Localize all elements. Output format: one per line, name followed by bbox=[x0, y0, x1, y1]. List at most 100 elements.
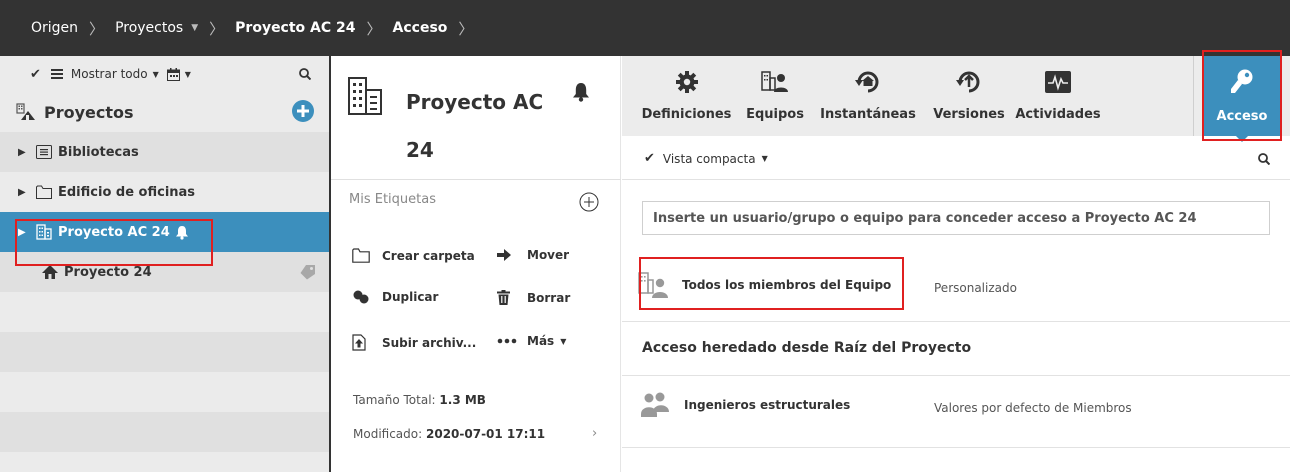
create-folder-button[interactable]: Crear carpeta bbox=[352, 248, 475, 263]
sidebar-title: Proyectos bbox=[44, 102, 134, 122]
chevron-down-icon: ▼ bbox=[152, 69, 159, 79]
folder-icon bbox=[36, 185, 52, 199]
bell-icon bbox=[175, 225, 189, 240]
add-tag-icon[interactable] bbox=[579, 192, 599, 212]
tab-divider bbox=[1193, 56, 1194, 136]
project-sidebar: ✔ Mostrar todo ▼ ▼ Proyectos ▶ Bibliotec… bbox=[0, 56, 329, 472]
more-button[interactable]: Más ▼ bbox=[497, 334, 566, 348]
add-project-icon[interactable] bbox=[292, 100, 314, 122]
users-icon bbox=[640, 392, 670, 418]
modified-date: Modificado: 2020-07-01 17:11 bbox=[353, 427, 545, 441]
calendar-icon bbox=[166, 67, 180, 81]
duplicate-button[interactable]: Duplicar bbox=[352, 290, 438, 304]
tab-versiones[interactable]: Versiones bbox=[928, 56, 1010, 136]
sidebar-header: Proyectos bbox=[0, 92, 329, 132]
tags-label: Mis Etiquetas bbox=[349, 192, 436, 207]
caret-right-icon[interactable]: ▶ bbox=[18, 147, 28, 158]
caret-right-icon[interactable]: ▶ bbox=[18, 227, 28, 238]
divider bbox=[622, 179, 1290, 180]
divider bbox=[622, 375, 1290, 376]
breadcrumb-proyectos[interactable]: Proyectos bbox=[115, 20, 183, 36]
modified-value: 2020-07-01 17:11 bbox=[426, 427, 546, 441]
duplicate-label: Duplicar bbox=[382, 290, 439, 304]
tab-bar: Definiciones Equipos Instantáneas Versio… bbox=[622, 56, 1290, 142]
access-entry-permission[interactable]: Personalizado bbox=[934, 281, 1017, 295]
sidebar-empty-row bbox=[0, 452, 329, 472]
tab-label: Instantáneas bbox=[820, 107, 916, 122]
access-panel: Definiciones Equipos Instantáneas Versio… bbox=[622, 50, 1290, 472]
sidebar-item-label: Proyecto AC 24 bbox=[58, 224, 170, 240]
arrow-right-icon bbox=[497, 249, 519, 261]
sidebar-empty-row bbox=[0, 372, 329, 412]
tag-icon[interactable] bbox=[298, 264, 316, 280]
sidebar-toolbar: ✔ Mostrar todo ▼ ▼ bbox=[0, 56, 329, 92]
tab-label: Equipos bbox=[746, 107, 804, 122]
inherited-entry-permission: Valores por defecto de Miembros bbox=[934, 401, 1132, 415]
folder-icon bbox=[352, 248, 374, 263]
total-size-value: 1.3 MB bbox=[439, 393, 486, 407]
search-icon[interactable] bbox=[1258, 153, 1270, 165]
sidebar-item-bibliotecas[interactable]: ▶ Bibliotecas bbox=[0, 132, 329, 172]
bell-icon[interactable] bbox=[572, 82, 590, 102]
duplicate-icon bbox=[352, 290, 374, 304]
tab-label: Acceso bbox=[1216, 109, 1268, 124]
sidebar-item-label: Edificio de oficinas bbox=[58, 184, 196, 200]
checkmark-icon: ✔ bbox=[644, 151, 655, 166]
sidebar-empty-row bbox=[0, 292, 329, 332]
breadcrumb-acceso[interactable]: Acceso bbox=[393, 20, 448, 36]
upload-button[interactable]: Subir archiv... bbox=[352, 334, 476, 351]
active-tab-pointer bbox=[1236, 136, 1248, 142]
tab-label: Definiciones bbox=[641, 107, 732, 122]
details-header: Proyecto AC 24 bbox=[331, 56, 621, 180]
tab-acceso[interactable]: Acceso bbox=[1204, 56, 1280, 136]
building-icon bbox=[36, 224, 52, 240]
team-icon bbox=[761, 68, 789, 96]
move-button[interactable]: Mover bbox=[497, 248, 569, 262]
breadcrumb-proyecto-ac-24[interactable]: Proyecto AC 24 bbox=[235, 20, 355, 36]
sidebar-item-proyecto-24[interactable]: Proyecto 24 bbox=[0, 252, 329, 292]
library-folder-icon bbox=[36, 145, 52, 159]
project-title: Proyecto AC 24 bbox=[406, 90, 544, 162]
home-icon bbox=[42, 265, 58, 279]
breadcrumb-separator-icon: 〉 bbox=[209, 19, 225, 38]
access-entry[interactable]: Todos los miembros del Equipo bbox=[638, 271, 891, 299]
total-size: Tamaño Total: 1.3 MB bbox=[353, 393, 486, 407]
delete-button[interactable]: Borrar bbox=[497, 290, 570, 305]
view-mode-selector[interactable]: ✔ Vista compacta ▼ bbox=[644, 151, 768, 166]
tab-label: Actividades bbox=[1015, 107, 1101, 122]
key-icon bbox=[1230, 68, 1254, 96]
tab-equipos[interactable]: Equipos bbox=[742, 56, 808, 136]
breadcrumb-separator-icon: 〉 bbox=[366, 19, 382, 38]
search-icon[interactable] bbox=[299, 68, 311, 80]
total-size-label: Tamaño Total: bbox=[353, 393, 436, 407]
sidebar-empty-row bbox=[0, 332, 329, 372]
app-window: Origen 〉 Proyectos ▼ 〉 Proyecto AC 24 〉 … bbox=[0, 0, 1290, 472]
trash-icon bbox=[497, 290, 519, 305]
tab-definiciones[interactable]: Definiciones bbox=[641, 56, 732, 136]
tab-actividades[interactable]: Actividades bbox=[1014, 56, 1102, 136]
sidebar-item-edificio-de-oficinas[interactable]: ▶ Edificio de oficinas bbox=[0, 172, 329, 212]
sidebar-item-label: Proyecto 24 bbox=[64, 264, 152, 280]
chevron-down-icon: ▼ bbox=[560, 336, 567, 346]
calendar-filter[interactable]: ▼ bbox=[166, 67, 191, 81]
gear-icon bbox=[675, 68, 698, 96]
divider bbox=[622, 321, 1290, 322]
chevron-down-icon[interactable]: ▼ bbox=[191, 23, 198, 33]
chevron-down-icon: ▼ bbox=[184, 69, 191, 79]
checkmark-icon[interactable]: ✔ bbox=[30, 67, 41, 82]
upload-file-icon bbox=[352, 334, 374, 351]
access-entry-name: Todos los miembros del Equipo bbox=[682, 278, 892, 292]
inherited-access-entry: Ingenieros estructurales bbox=[640, 392, 850, 418]
caret-right-icon[interactable]: ▶ bbox=[18, 187, 28, 198]
activity-icon bbox=[1045, 68, 1071, 96]
show-all-filter[interactable]: Mostrar todo ▼ bbox=[71, 67, 159, 81]
breadcrumb-origen[interactable]: Origen bbox=[31, 20, 78, 36]
chevron-right-icon[interactable]: › bbox=[592, 426, 597, 441]
tab-instantaneas[interactable]: Instantáneas bbox=[818, 56, 918, 136]
grant-access-input[interactable] bbox=[642, 201, 1270, 235]
sidebar-item-label: Bibliotecas bbox=[58, 144, 139, 160]
delete-label: Borrar bbox=[527, 290, 571, 305]
sidebar-item-proyecto-ac-24[interactable]: ▶ Proyecto AC 24 bbox=[0, 212, 329, 252]
more-label: Más bbox=[527, 334, 555, 348]
menu-icon[interactable] bbox=[50, 69, 63, 79]
